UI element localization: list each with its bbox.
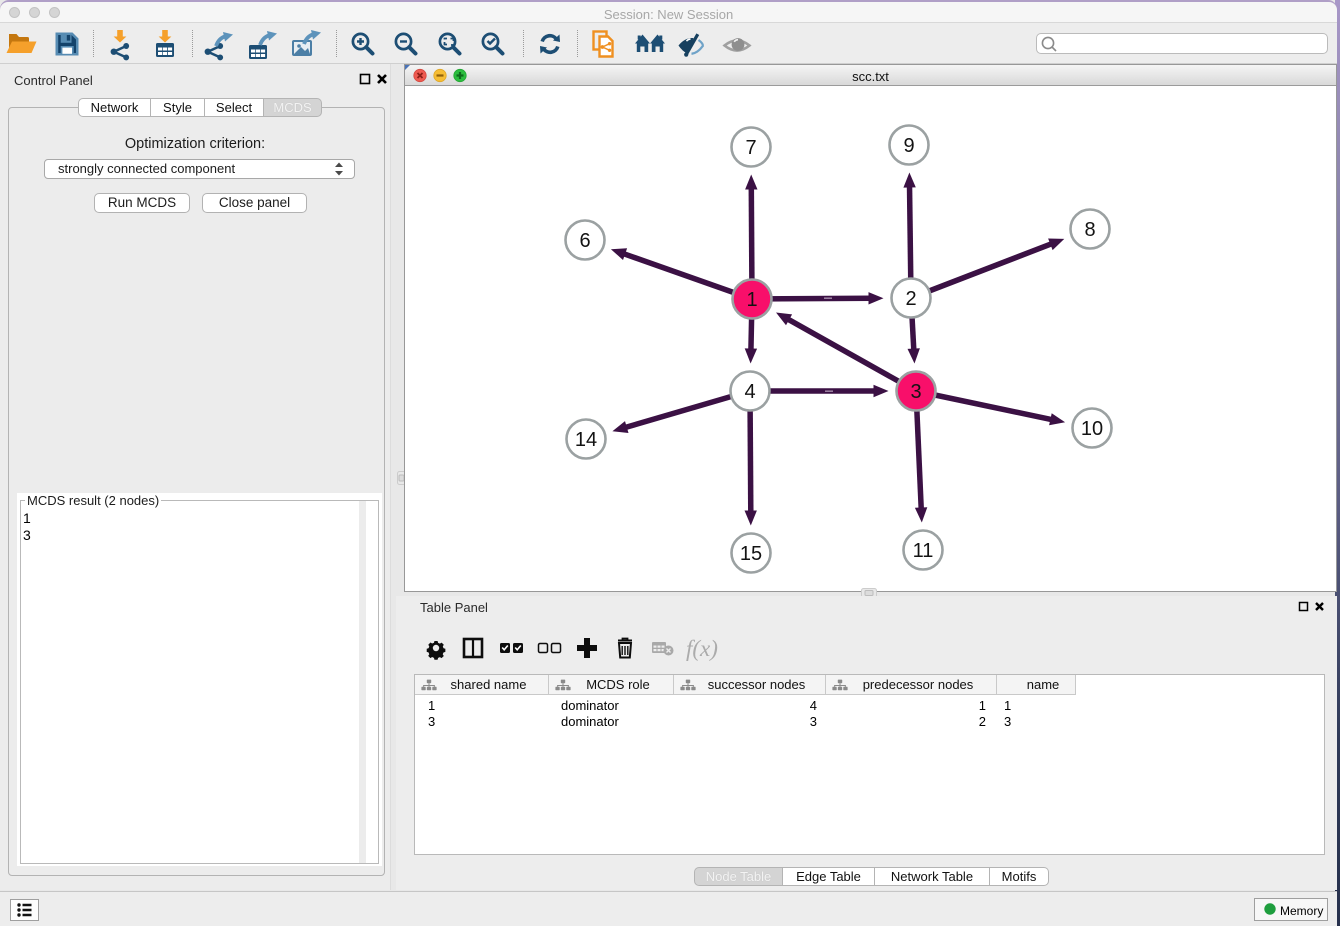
svg-text:15: 15 bbox=[740, 543, 762, 565]
svg-text:9: 9 bbox=[903, 135, 914, 157]
svg-text:3: 3 bbox=[910, 381, 921, 403]
svg-text:14: 14 bbox=[575, 429, 597, 451]
svg-text:8: 8 bbox=[1084, 219, 1095, 241]
svg-text:6: 6 bbox=[579, 230, 590, 252]
svg-text:2: 2 bbox=[905, 288, 916, 310]
svg-text:4: 4 bbox=[744, 381, 755, 403]
svg-text:11: 11 bbox=[913, 540, 934, 562]
svg-text:1: 1 bbox=[746, 289, 757, 311]
svg-text:f(x): f(x) bbox=[686, 636, 718, 661]
svg-text:10: 10 bbox=[1081, 418, 1103, 440]
svg-text:7: 7 bbox=[745, 137, 756, 159]
